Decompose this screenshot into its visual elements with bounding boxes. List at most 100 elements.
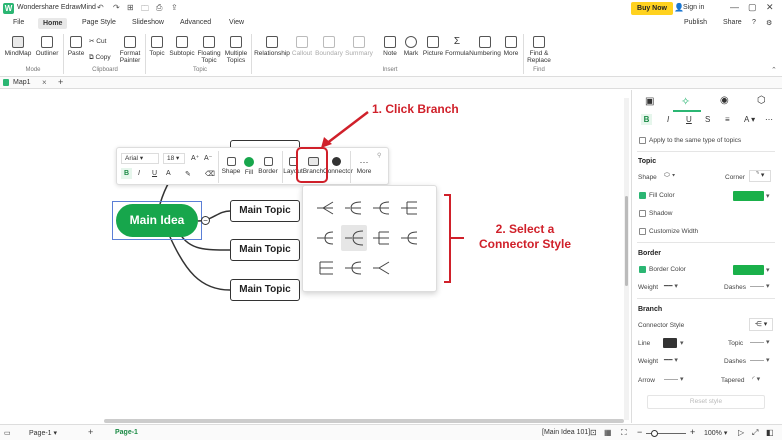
paste-button[interactable]: Paste <box>66 36 86 57</box>
zoom-out-icon[interactable]: − <box>637 427 642 437</box>
subtopic-button[interactable]: Subtopic <box>168 36 196 57</box>
page-select[interactable]: Page-1 ▾ <box>29 429 57 437</box>
shrink-font-button[interactable]: A⁻ <box>204 154 212 162</box>
line-color-swatch[interactable] <box>663 338 677 348</box>
topic-button[interactable]: Topic <box>147 36 167 57</box>
maximize-icon[interactable]: ▢ <box>748 2 757 13</box>
print-icon[interactable]: ⎙ <box>156 3 162 13</box>
boundary-button[interactable]: Boundary <box>314 36 344 57</box>
presentation-icon[interactable]: ▷ <box>738 428 744 437</box>
corner-input[interactable]: ⌝ ▾ <box>749 170 771 182</box>
location-icon[interactable]: ◉ <box>720 95 729 106</box>
style-panel-icon[interactable]: ▣ <box>645 96 654 107</box>
grow-font-button[interactable]: A⁺ <box>191 154 199 162</box>
highlight-icon[interactable]: ✎ <box>185 170 191 178</box>
close-icon[interactable]: ✕ <box>766 2 774 13</box>
branch-weight-dropdown[interactable]: ━━ ▾ <box>664 356 678 364</box>
connector-style-3[interactable] <box>371 199 391 217</box>
main-topic-2[interactable]: Main Topic <box>230 239 300 261</box>
page-list-icon[interactable]: ▭ <box>4 429 11 437</box>
note-button[interactable]: Note <box>380 36 400 57</box>
collapse-icon[interactable]: − <box>201 216 210 225</box>
zoom-in-icon[interactable]: + <box>690 427 695 437</box>
italic-button[interactable]: I <box>138 170 140 177</box>
panel-bold-button[interactable]: B <box>641 114 652 125</box>
font-size-select[interactable]: 18 ▾ <box>163 153 185 164</box>
new-file-icon[interactable]: ⊞ <box>127 3 134 12</box>
connector-style-11[interactable] <box>371 259 391 277</box>
mindmap-button[interactable]: MindMap <box>3 36 33 57</box>
connector-style-6-selected[interactable] <box>341 225 367 251</box>
help-icon[interactable]: ? <box>752 19 756 26</box>
zoom-slider-thumb[interactable] <box>651 430 658 437</box>
outliner-button[interactable]: Outliner <box>34 36 60 57</box>
sign-in-link[interactable]: Sign in <box>683 4 704 11</box>
grid-icon[interactable]: ▦ <box>604 428 612 437</box>
floating-topic-button[interactable]: Floating Topic <box>196 36 222 64</box>
border-button[interactable]: Border <box>257 157 279 175</box>
customize-width-checkbox[interactable] <box>639 228 646 235</box>
border-color-checkbox[interactable] <box>639 266 646 273</box>
cut-button[interactable]: ✂ Cut <box>89 38 113 45</box>
undo-icon[interactable]: ↶ <box>97 3 104 12</box>
border-color-dropdown[interactable]: ▾ <box>766 266 770 274</box>
shape-button[interactable]: Shape <box>221 157 241 175</box>
bold-button[interactable]: B <box>121 168 132 179</box>
share-button[interactable]: Share <box>723 19 742 26</box>
mark-button[interactable]: Mark <box>401 36 421 57</box>
branch-topic-dropdown[interactable]: —— ▾ <box>750 338 769 346</box>
more-insert-button[interactable]: More <box>501 36 521 57</box>
menu-file[interactable]: File <box>13 19 24 26</box>
font-color-button[interactable]: A <box>166 170 171 177</box>
branch-dashes-dropdown[interactable]: —— ▾ <box>750 356 769 364</box>
main-idea-topic[interactable]: Main Idea <box>116 204 198 237</box>
fill-color-swatch[interactable] <box>733 191 764 201</box>
doc-tab-map1[interactable]: Map1 <box>13 79 31 86</box>
summary-button[interactable]: Summary <box>345 36 373 57</box>
clear-format-icon[interactable]: ⌫ <box>205 170 215 178</box>
underline-button[interactable]: U <box>152 170 157 177</box>
expand-icon[interactable]: ⤢ <box>752 428 758 438</box>
publish-button[interactable]: Publish <box>684 19 707 26</box>
format-painter-button[interactable]: Format Painter <box>117 36 143 64</box>
panel-toggle-icon[interactable]: ◧ <box>766 428 774 437</box>
close-tab-icon[interactable]: × <box>42 78 47 87</box>
copy-button[interactable]: ⧉ Copy <box>89 54 117 61</box>
connector-style-4[interactable] <box>399 199 419 217</box>
minimize-icon[interactable]: — <box>730 2 739 12</box>
connector-style-10[interactable] <box>343 259 363 277</box>
settings-icon[interactable]: ⚙ <box>766 19 772 27</box>
add-tab-icon[interactable]: + <box>58 77 63 87</box>
add-page-icon[interactable]: + <box>88 427 93 437</box>
page-tab-1[interactable]: Page-1 <box>115 429 138 436</box>
panel-more-icon[interactable]: ⋯ <box>765 115 773 124</box>
more-button[interactable]: ··· More <box>355 157 373 175</box>
numbering-button[interactable]: Numbering <box>469 36 501 57</box>
zoom-level[interactable]: 100% ▾ <box>704 429 727 437</box>
border-color-swatch[interactable] <box>733 265 764 275</box>
menu-view[interactable]: View <box>229 19 244 26</box>
menu-page-style[interactable]: Page Style <box>82 19 116 26</box>
formula-button[interactable]: Σ Formula <box>444 36 470 57</box>
sparkle-icon[interactable]: ✧ <box>681 95 690 108</box>
fill-color-dropdown[interactable]: ▾ <box>766 192 770 200</box>
open-file-icon[interactable]: 🗀 <box>141 3 149 17</box>
pin-icon[interactable]: ⚲ <box>377 152 381 159</box>
connector-style-2[interactable] <box>343 199 363 217</box>
find-replace-button[interactable]: Find & Replace <box>526 36 552 64</box>
menu-advanced[interactable]: Advanced <box>180 19 211 26</box>
theme-icon[interactable]: ⬡ <box>757 95 766 106</box>
line-color-dropdown[interactable]: ▾ <box>680 339 684 347</box>
fill-color-checkbox[interactable] <box>639 192 646 199</box>
fill-button[interactable]: Fill <box>241 157 257 176</box>
border-dashes-dropdown[interactable]: —— ▾ <box>750 282 769 290</box>
menu-slideshow[interactable]: Slideshow <box>132 19 164 26</box>
connector-style-dropdown[interactable]: ⋲ ▾ <box>749 318 773 331</box>
multiple-topics-button[interactable]: Multiple Topics <box>223 36 249 64</box>
main-topic-3[interactable]: Main Topic <box>230 279 300 301</box>
vertical-scroll-thumb[interactable] <box>625 196 628 286</box>
buy-now-button[interactable]: Buy Now <box>631 2 673 15</box>
collapse-ribbon-icon[interactable]: ⌃ <box>771 66 777 74</box>
shape-dropdown[interactable]: ⬭ ▾ <box>664 172 675 180</box>
redo-icon[interactable]: ↷ <box>113 3 120 12</box>
